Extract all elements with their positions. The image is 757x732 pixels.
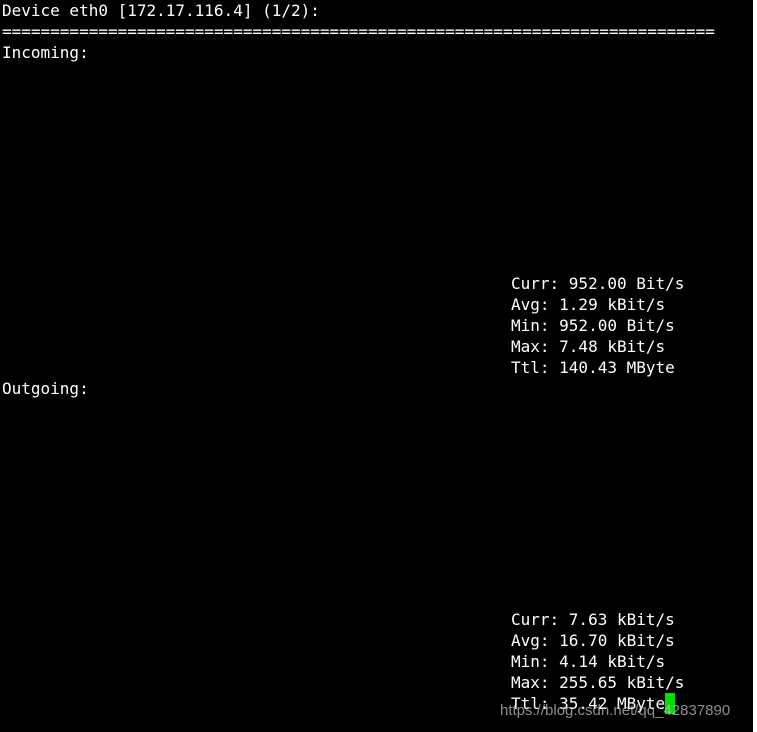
watermark-text: https://blog.csdn.net/qq_42837890 (500, 702, 731, 719)
terminal-window[interactable]: Device eth0 [172.17.116.4] (1/2): ======… (0, 0, 753, 732)
incoming-max: Max: 7.48 kBit/s (511, 337, 666, 356)
outgoing-min: Min: 4.14 kBit/s (511, 652, 666, 671)
incoming-label: Incoming: (2, 43, 89, 62)
device-header: Device eth0 [172.17.116.4] (1/2): (2, 1, 320, 20)
outgoing-curr: Curr: 7.63 kBit/s (511, 610, 675, 629)
incoming-avg: Avg: 1.29 kBit/s (511, 295, 666, 314)
incoming-min: Min: 952.00 Bit/s (511, 316, 675, 335)
incoming-curr: Curr: 952.00 Bit/s (511, 274, 685, 293)
outgoing-label: Outgoing: (2, 379, 89, 398)
window-edge (753, 0, 757, 732)
outgoing-avg: Avg: 16.70 kBit/s (511, 631, 675, 650)
outgoing-max: Max: 255.65 kBit/s (511, 673, 685, 692)
separator-line: ========================================… (2, 22, 715, 41)
incoming-ttl: Ttl: 140.43 MByte (511, 358, 675, 377)
